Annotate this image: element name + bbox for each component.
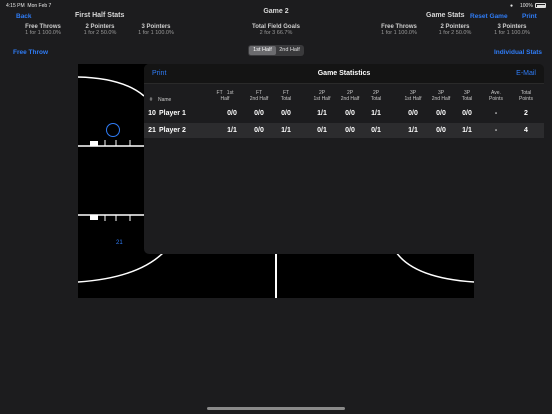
lane-block bbox=[90, 215, 98, 220]
col-header-ft-2nd-half: FT 2nd Half bbox=[249, 90, 269, 102]
left-stat-free-throws: Free Throws 1 for 1 100.0% bbox=[25, 24, 61, 36]
left-three-point-arc-bottom bbox=[78, 251, 165, 283]
row-3p-2nd-half: 0/0 bbox=[436, 127, 446, 134]
half-segmented-control[interactable]: 1st Half 2nd Half bbox=[248, 45, 304, 56]
modal-email-button[interactable]: E-Mail bbox=[516, 70, 536, 77]
reset-game-button[interactable]: Reset Game bbox=[470, 13, 508, 20]
row-ft-total: 1/1 bbox=[281, 127, 291, 134]
row-total-points: 4 bbox=[524, 127, 528, 134]
left-three-point-arc-top bbox=[78, 76, 145, 97]
row-2p-1st-half: 0/1 bbox=[317, 127, 327, 134]
col-header-3p-2nd-half: 3P 2nd Half bbox=[431, 90, 451, 102]
row-2p-2nd-half: 0/0 bbox=[345, 110, 355, 117]
row-2p-2nd-half: 0/0 bbox=[345, 127, 355, 134]
col-header-3p-total: 3P Total bbox=[461, 90, 473, 102]
segment-2nd-half[interactable]: 2nd Half bbox=[276, 46, 303, 55]
row-number: 10 bbox=[148, 110, 156, 117]
row-player-name: Player 2 bbox=[159, 127, 186, 134]
right-three-point-arc-bottom bbox=[395, 251, 474, 283]
lane-block bbox=[90, 141, 98, 146]
row-ft-2nd-half: 0/0 bbox=[254, 110, 264, 117]
row-2p-total: 1/1 bbox=[371, 110, 381, 117]
row-total-points: 2 bbox=[524, 110, 528, 117]
row-ave-points: - bbox=[494, 110, 498, 117]
row-3p-2nd-half: 0/0 bbox=[436, 110, 446, 117]
table-row[interactable]: 21 Player 2 1/1 0/0 1/1 0/1 0/0 0/1 1/1 … bbox=[144, 123, 544, 138]
modal-print-button[interactable]: Print bbox=[152, 70, 166, 77]
row-player-name: Player 1 bbox=[159, 110, 186, 117]
modal-title: Game Statistics bbox=[317, 70, 371, 77]
free-throw-button[interactable]: Free Throw bbox=[13, 49, 48, 56]
segment-1st-half[interactable]: 1st Half bbox=[249, 46, 276, 55]
row-2p-total: 0/1 bbox=[371, 127, 381, 134]
total-field-goals: Total Field Goals 2 for 3 66.7% bbox=[252, 24, 300, 36]
row-3p-total: 1/1 bbox=[462, 127, 472, 134]
row-2p-1st-half: 1/1 bbox=[317, 110, 327, 117]
col-header-2p-total: 2P Total bbox=[370, 90, 382, 102]
right-stat-free-throws: Free Throws 1 for 1 100.0% bbox=[381, 24, 417, 36]
row-ft-total: 0/0 bbox=[281, 110, 291, 117]
modal-nav-bar: Game Statistics Print E-Mail bbox=[144, 64, 544, 84]
print-button[interactable]: Print bbox=[522, 13, 537, 20]
left-stat-3-pointers: 3 Pointers 1 for 1 100.0% bbox=[138, 24, 174, 36]
col-header-2p-1st-half: 2P 1st Half bbox=[313, 90, 331, 102]
col-header-3p-1st-half: 3P 1st Half bbox=[404, 90, 422, 102]
col-header-2p-2nd-half: 2P 2nd Half bbox=[340, 90, 360, 102]
right-stat-3-pointers: 3 Pointers 1 for 1 100.0% bbox=[494, 24, 530, 36]
row-3p-1st-half: 1/1 bbox=[408, 127, 418, 134]
col-header-ave-points: Ave. Points bbox=[489, 90, 503, 102]
table-row[interactable]: 10 Player 1 0/0 0/0 0/0 1/1 0/0 1/1 0/0 … bbox=[144, 106, 544, 121]
individual-stats-button[interactable]: Individual Stats bbox=[494, 49, 542, 56]
row-ave-points: - bbox=[494, 127, 498, 134]
col-header-total-points: Total Points bbox=[519, 90, 533, 102]
row-3p-1st-half: 0/0 bbox=[408, 110, 418, 117]
col-header-ft-1st-half: FT 1st Half bbox=[216, 90, 234, 102]
row-3p-total: 0/0 bbox=[462, 110, 472, 117]
row-number: 21 bbox=[148, 127, 156, 134]
home-indicator[interactable] bbox=[207, 407, 345, 410]
game-statistics-modal: Game Statistics Print E-Mail # Name FT 1… bbox=[144, 64, 544, 254]
shot-marker-number[interactable]: 21 bbox=[116, 240, 123, 246]
col-header-name: Name bbox=[158, 97, 172, 103]
left-stat-2-pointers: 2 Pointers 1 for 2 50.0% bbox=[83, 24, 117, 36]
right-stat-2-pointers: 2 Pointers 1 for 2 50.0% bbox=[438, 24, 472, 36]
game-stats-title: Game Stats bbox=[426, 12, 465, 19]
col-header-number: # bbox=[149, 97, 153, 103]
row-ft-2nd-half: 0/0 bbox=[254, 127, 264, 134]
row-ft-1st-half: 0/0 bbox=[227, 110, 237, 117]
col-header-ft-total: FT Total bbox=[280, 90, 292, 102]
row-ft-1st-half: 1/1 bbox=[227, 127, 237, 134]
shot-marker-made[interactable] bbox=[106, 123, 120, 137]
